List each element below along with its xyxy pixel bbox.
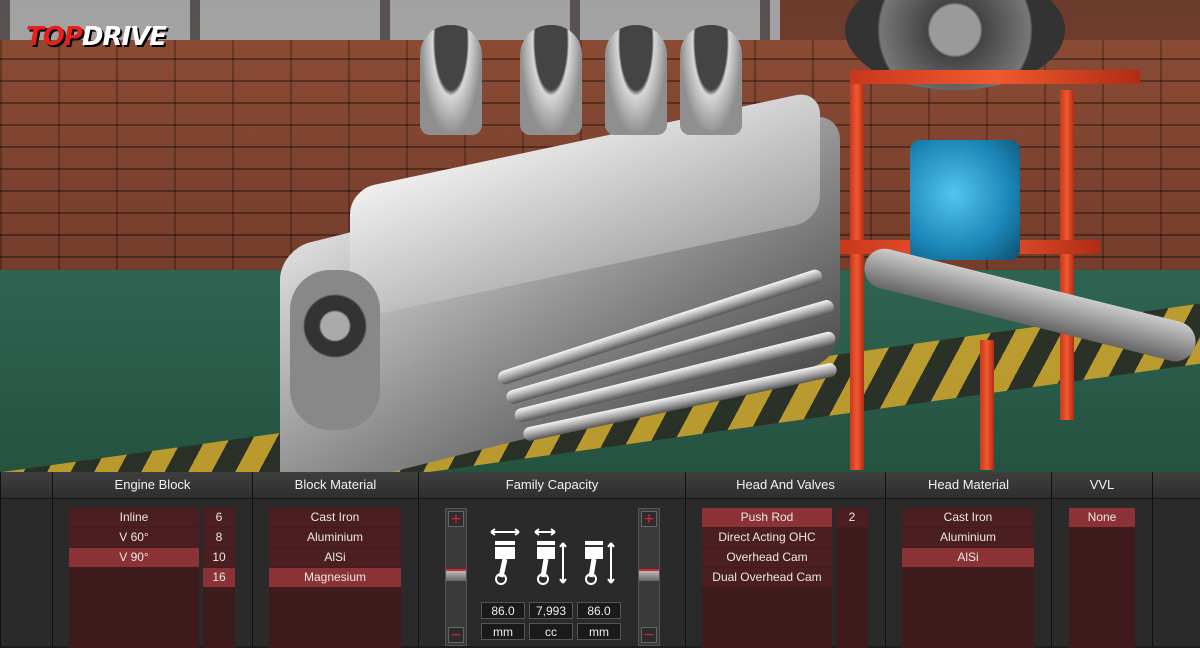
head-type-list: Push Rod Direct Acting OHC Overhead Cam …: [702, 508, 832, 648]
intake-trumpet: [605, 25, 667, 135]
valves-option: [836, 528, 868, 547]
intake-trumpet: [420, 25, 482, 135]
material-option[interactable]: Cast Iron: [269, 508, 401, 527]
intake-trumpet: [680, 25, 742, 135]
head-type-option[interactable]: Overhead Cam: [702, 548, 832, 567]
material-option[interactable]: AlSi: [269, 548, 401, 567]
layout-list: Inline V 60° V 90°: [69, 508, 199, 648]
head-material-title: Head Material: [886, 472, 1051, 499]
head-type-option: [702, 608, 832, 627]
head-type-option[interactable]: Direct Acting OHC: [702, 528, 832, 547]
vvl-option: [1069, 528, 1135, 547]
engine-viewport[interactable]: TOPDRIVE: [0, 0, 1200, 472]
family-capacity-column: Family Capacity + − + − 86.0 7,993 86.0 …: [418, 472, 685, 646]
head-material-option[interactable]: Aluminium: [902, 528, 1034, 547]
head-type-option: [702, 588, 832, 607]
head-type-option: [702, 628, 832, 647]
vvl-option: [1069, 548, 1135, 567]
bore-value: 86.0: [481, 602, 525, 619]
head-and-valves-column: Head And Valves Push Rod Direct Acting O…: [685, 472, 885, 648]
cylinder-option-selected[interactable]: 16: [203, 568, 235, 587]
material-option[interactable]: Aluminium: [269, 528, 401, 547]
bore-increase-button[interactable]: +: [448, 511, 464, 527]
valves-option: [836, 628, 868, 647]
family-capacity-title: Family Capacity: [419, 472, 685, 499]
panel-left-stub: [0, 472, 52, 646]
head-material-list: Cast Iron Aluminium AlSi: [902, 508, 1034, 648]
topdrive-logo: TOPDRIVE: [26, 22, 167, 52]
head-material-option[interactable]: Cast Iron: [902, 508, 1034, 527]
head-material-option: [902, 588, 1034, 607]
head-material-option: [902, 568, 1034, 587]
cylinder-option[interactable]: 10: [203, 548, 235, 567]
vvl-option-selected[interactable]: None: [1069, 508, 1135, 527]
engine-model: [270, 25, 870, 472]
cylinder-option[interactable]: 6: [203, 508, 235, 527]
cylinder-option[interactable]: 8: [203, 528, 235, 547]
material-option: [269, 608, 401, 627]
engine-design-panel: Engine Block Inline V 60° V 90° 6 8 10 1…: [0, 472, 1200, 648]
valves-option: [836, 548, 868, 567]
stroke-slider-thumb[interactable]: [639, 569, 659, 581]
engine-block-title: Engine Block: [53, 472, 252, 499]
valves-option[interactable]: 2: [836, 508, 868, 527]
piston-bore-icon: [490, 528, 520, 585]
vvl-option: [1069, 588, 1135, 607]
stroke-slider[interactable]: + −: [638, 508, 660, 646]
vvl-title: VVL: [1052, 472, 1152, 499]
timing-pulley: [290, 270, 380, 430]
head-and-valves-title: Head And Valves: [686, 472, 885, 499]
stroke-unit: mm: [577, 623, 621, 640]
material-option: [269, 628, 401, 647]
head-material-option: [902, 608, 1034, 627]
vvl-option: [1069, 608, 1135, 627]
displacement-value: 7,993: [529, 602, 573, 619]
block-material-title: Block Material: [253, 472, 418, 499]
layout-option: [69, 608, 199, 627]
cylinder-option: [203, 628, 235, 647]
head-material-column: Head Material Cast Iron Aluminium AlSi: [885, 472, 1051, 648]
engine-block-column: Engine Block Inline V 60° V 90° 6 8 10 1…: [52, 472, 252, 648]
piston-displacement-icon: [534, 528, 567, 585]
layout-option[interactable]: V 60°: [69, 528, 199, 547]
head-material-option-selected[interactable]: AlSi: [902, 548, 1034, 567]
valves-list: 2: [836, 508, 868, 648]
bore-slider-thumb[interactable]: [446, 569, 466, 581]
piston-stroke-icon: [585, 541, 615, 585]
head-type-option[interactable]: Dual Overhead Cam: [702, 568, 832, 587]
valves-option: [836, 608, 868, 627]
material-option: [269, 588, 401, 607]
layout-option[interactable]: Inline: [69, 508, 199, 527]
stroke-increase-button[interactable]: +: [641, 511, 657, 527]
bore-decrease-button[interactable]: −: [448, 627, 464, 643]
stroke-value: 86.0: [577, 602, 621, 619]
block-material-list: Cast Iron Aluminium AlSi Magnesium: [269, 508, 401, 648]
valves-option: [836, 588, 868, 607]
vvl-column: VVL None: [1051, 472, 1152, 648]
vvl-option: [1069, 568, 1135, 587]
stroke-decrease-button[interactable]: −: [641, 627, 657, 643]
layout-option: [69, 588, 199, 607]
intake-trumpet: [520, 25, 582, 135]
head-type-option-selected[interactable]: Push Rod: [702, 508, 832, 527]
cylinder-option: [203, 608, 235, 627]
layout-option: [69, 628, 199, 647]
cylinder-list: 6 8 10 16: [203, 508, 235, 648]
dyno-motor: [910, 140, 1020, 260]
valves-option: [836, 568, 868, 587]
panel-right-stub: [1152, 472, 1200, 646]
bore-unit: mm: [481, 623, 525, 640]
head-material-option: [902, 628, 1034, 647]
block-material-column: Block Material Cast Iron Aluminium AlSi …: [252, 472, 418, 648]
bore-slider[interactable]: + −: [445, 508, 467, 646]
vvl-option: [1069, 628, 1135, 647]
displacement-unit: cc: [529, 623, 573, 640]
layout-option-selected[interactable]: V 90°: [69, 548, 199, 567]
material-option-selected[interactable]: Magnesium: [269, 568, 401, 587]
vvl-list: None: [1069, 508, 1135, 648]
cylinder-option: [203, 588, 235, 607]
layout-option: [69, 568, 199, 587]
